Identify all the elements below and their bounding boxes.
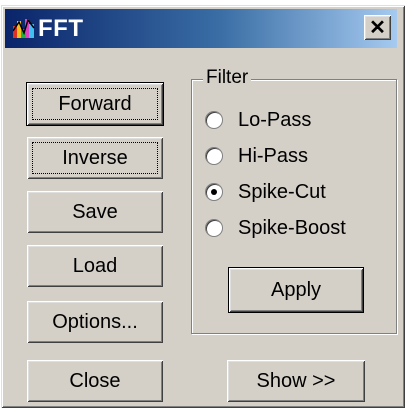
radio-button[interactable] xyxy=(205,147,223,165)
apply-button[interactable]: Apply xyxy=(228,267,364,313)
forward-button-label: Forward xyxy=(58,92,132,115)
close-window-button[interactable]: ✕ xyxy=(364,15,391,40)
filter-group-label: Filter xyxy=(203,66,252,90)
save-button[interactable]: Save xyxy=(27,191,163,233)
radio-button[interactable] xyxy=(205,111,223,129)
radio-button-selected[interactable] xyxy=(205,183,223,201)
close-button-label: Close xyxy=(69,369,121,392)
apply-button-label: Apply xyxy=(270,278,322,301)
fft-app-icon xyxy=(13,18,35,38)
radio-label-spike-boost: Spike-Boost xyxy=(238,217,346,239)
close-button[interactable]: Close xyxy=(27,360,163,402)
save-button-label: Save xyxy=(72,200,118,223)
window-title: FFT xyxy=(38,15,84,42)
radio-label-lo-pass: Lo-Pass xyxy=(238,109,312,131)
radio-lo-pass[interactable]: Lo-Pass xyxy=(205,107,311,133)
options-button-label: Options... xyxy=(52,310,138,333)
radio-spike-cut[interactable]: Spike-Cut xyxy=(205,179,326,205)
radio-selected-dot xyxy=(211,189,217,195)
radio-button[interactable] xyxy=(205,219,223,237)
radio-label-hi-pass: Hi-Pass xyxy=(238,145,309,167)
close-icon: ✕ xyxy=(369,16,386,39)
radio-hi-pass[interactable]: Hi-Pass xyxy=(205,143,308,169)
show-more-button[interactable]: Show >> xyxy=(227,360,365,402)
load-button-label: Load xyxy=(72,254,118,277)
radio-spike-boost[interactable]: Spike-Boost xyxy=(205,215,346,241)
title-bar[interactable]: FFT ✕ xyxy=(5,9,397,48)
forward-button[interactable]: Forward xyxy=(26,82,164,126)
inverse-button-label: Inverse xyxy=(62,146,128,169)
load-button[interactable]: Load xyxy=(27,245,163,287)
show-more-button-label: Show >> xyxy=(256,369,336,392)
inverse-button[interactable]: Inverse xyxy=(27,137,163,179)
options-button[interactable]: Options... xyxy=(27,301,163,343)
fft-dialog-window: FFT ✕ Forward Inverse Save Load Options.… xyxy=(1,5,405,408)
radio-label-spike-cut: Spike-Cut xyxy=(238,181,326,203)
